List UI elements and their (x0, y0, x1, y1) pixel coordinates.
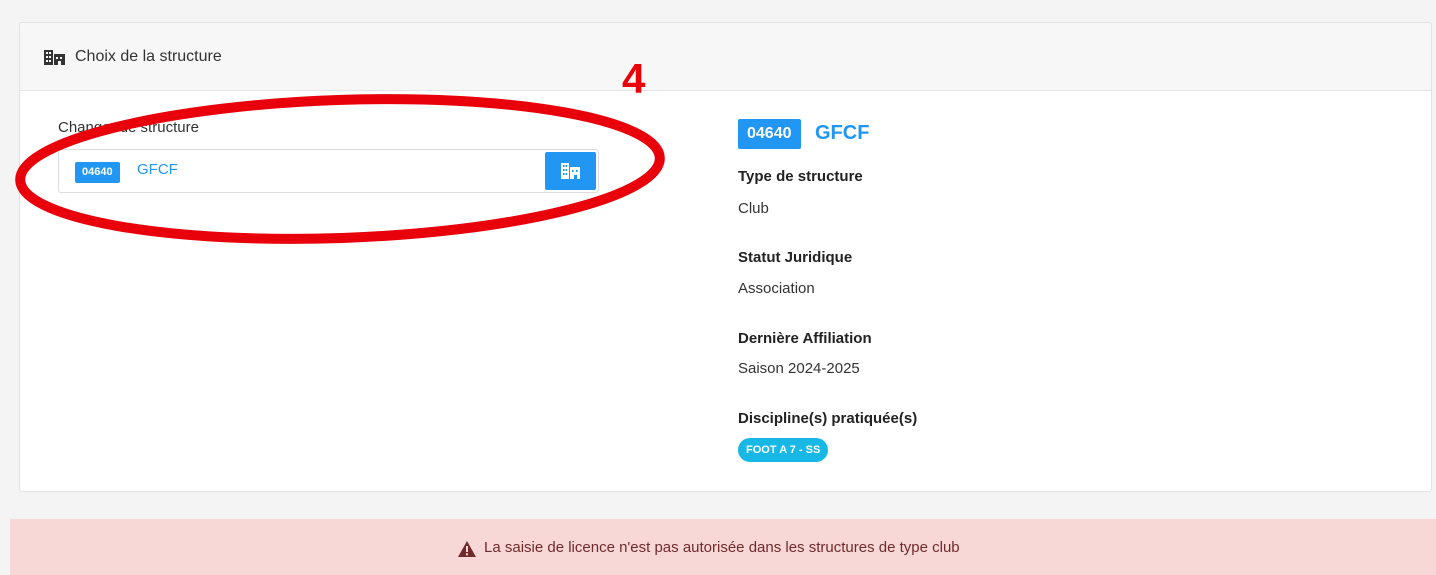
info-code-badge: 04640 (738, 119, 801, 149)
alert-message: La saisie de licence n'est pas autorisée… (484, 539, 960, 556)
type-label: Type de structure (738, 168, 863, 185)
structure-code-badge: 04640 (75, 162, 120, 183)
discipline-badge: FOOT A 7 - SS (738, 438, 829, 462)
annotation-number: 4 (622, 55, 646, 102)
type-value: Club (738, 200, 769, 217)
status-label: Statut Juridique (738, 249, 853, 266)
affiliation-value: Saison 2024-2025 (738, 360, 860, 377)
structure-card: Choix de la structure Changer de structu… (15, 22, 1432, 492)
building-icon (561, 163, 580, 179)
affiliation-label: Dernière Affiliation (738, 330, 872, 347)
building-icon (44, 50, 65, 65)
card-title: Choix de la structure (75, 48, 222, 65)
structure-name[interactable]: GFCF (137, 161, 178, 178)
status-value: Association (738, 280, 815, 297)
info-structure-name: GFCF (815, 122, 870, 144)
warning-icon (458, 541, 476, 557)
change-structure-label: Changer de structure (58, 119, 199, 136)
discipline-label: Discipline(s) pratiquée(s) (738, 410, 918, 427)
structure-selector[interactable]: 04640 GFCF (58, 149, 599, 193)
card-header: Choix de la structure (20, 23, 1431, 91)
choose-structure-button[interactable] (545, 152, 596, 190)
alert-banner: La saisie de licence n'est pas autorisée… (10, 519, 1436, 575)
